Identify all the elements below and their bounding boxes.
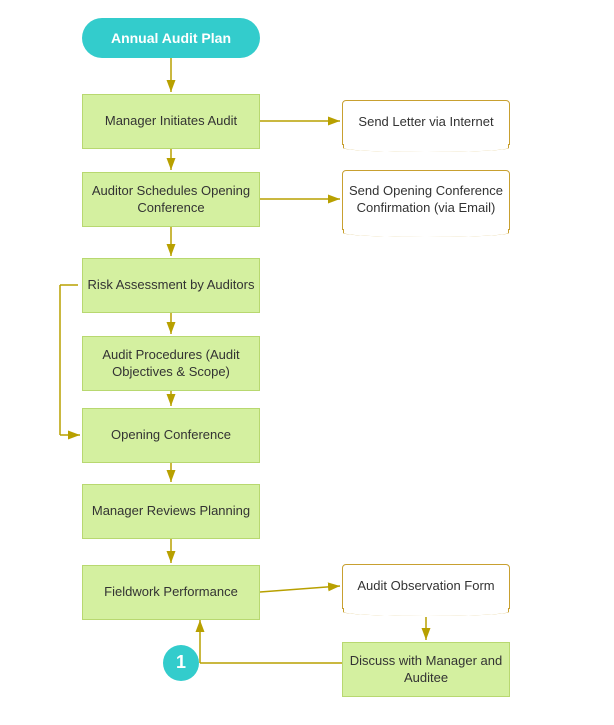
flowchart-diagram: Annual Audit Plan Manager Initiates Audi… — [0, 0, 614, 725]
send-opening-conf-node: Send Opening Conference Confirmation (vi… — [342, 170, 510, 230]
manager-initiates-audit-node: Manager Initiates Audit — [82, 94, 260, 149]
audit-procedures-node: Audit Procedures (Audit Objectives & Sco… — [82, 336, 260, 391]
manager-reviews-node: Manager Reviews Planning — [82, 484, 260, 539]
audit-observation-form-node: Audit Observation Form — [342, 564, 510, 609]
connector-1-node: 1 — [163, 645, 199, 681]
send-letter-node: Send Letter via Internet — [342, 100, 510, 145]
discuss-manager-node: Discuss with Manager and Auditee — [342, 642, 510, 697]
auditor-schedules-node: Auditor Schedules Opening Conference — [82, 172, 260, 227]
opening-conference-node: Opening Conference — [82, 408, 260, 463]
fieldwork-performance-node: Fieldwork Performance — [82, 565, 260, 620]
annual-audit-plan-node: Annual Audit Plan — [82, 18, 260, 58]
risk-assessment-node: Risk Assessment by Auditors — [82, 258, 260, 313]
